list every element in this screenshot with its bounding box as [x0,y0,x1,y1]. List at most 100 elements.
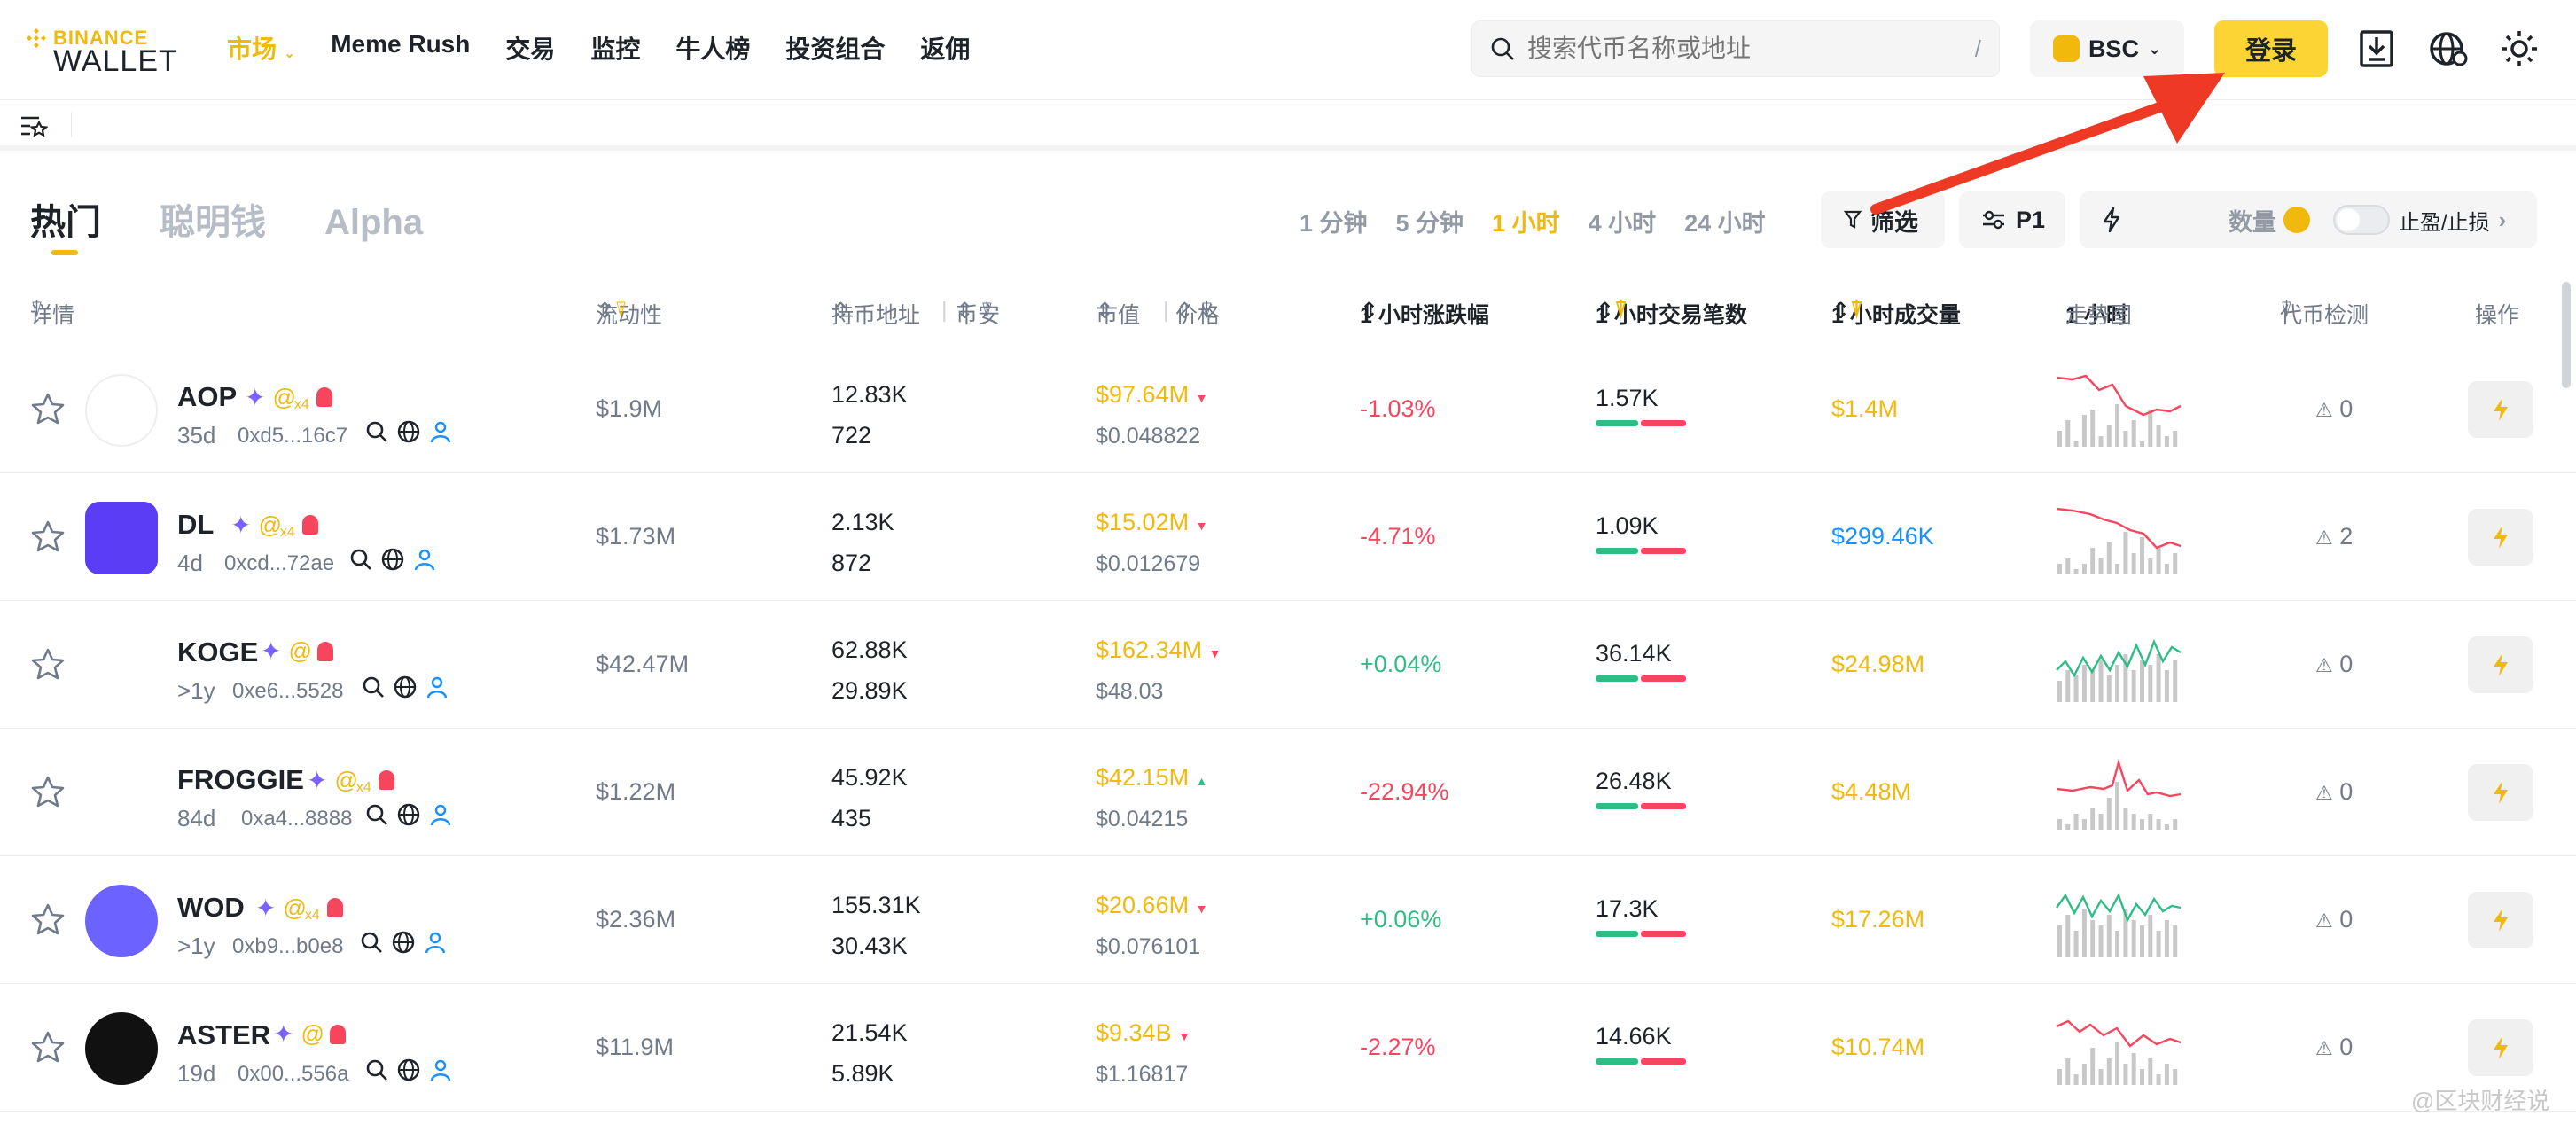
community-user-icon[interactable] [429,420,452,443]
binance-wallet-logo[interactable]: BINANCE WALLET [27,27,177,78]
tpsl-toggle[interactable] [2333,205,2390,235]
token-avatar[interactable] [85,502,158,574]
token-address[interactable]: 0xd5...16c7 [238,424,347,449]
tab-alpha[interactable]: Alpha [324,203,423,243]
favorite-star-icon[interactable] [30,647,66,683]
table-row[interactable]: AOP ✦ @ x4 35d 0xd5...16c7 $1.9M 12.83K … [0,346,2576,473]
website-globe-icon[interactable] [397,420,420,443]
time-filter-24h[interactable]: 24 小时 [1684,204,1766,238]
favorite-star-icon[interactable] [30,1030,66,1065]
search-box[interactable]: / [1471,20,2000,77]
website-globe-icon[interactable] [392,931,415,954]
community-user-icon[interactable] [429,1058,452,1081]
time-filter-4h[interactable]: 4 小时 [1589,204,1657,238]
search-icon[interactable] [365,420,388,443]
trend-sparkline[interactable] [2055,371,2182,447]
token-check[interactable]: ⚠ 0 [2315,395,2353,423]
trend-sparkline[interactable] [2055,881,2182,957]
search-icon[interactable] [360,931,383,954]
website-globe-icon[interactable] [397,803,420,826]
token-check[interactable]: ⚠ 2 [2315,523,2353,550]
search-icon[interactable] [365,803,388,826]
col-change[interactable]: 1 小时涨跌幅 ⇕ [1360,298,1489,328]
token-symbol[interactable]: KOGE [177,636,258,668]
col-check[interactable]: 代币检测 ⍒ [2280,298,2369,328]
tpsl-label[interactable]: 止盈/止损 [2399,205,2490,236]
col-price[interactable]: 价格 ⇕ ⍒ [1175,298,1220,328]
chain-selector[interactable]: BSC ⌄ [2030,20,2184,77]
token-avatar[interactable] [85,1012,158,1085]
token-address[interactable]: 0xcd...72ae [224,551,334,576]
tab-smart-money[interactable]: 聪明钱 [160,193,266,245]
quick-buy-button[interactable] [2468,892,2533,948]
trend-sparkline[interactable] [2055,1009,2182,1085]
tab-hot[interactable]: 热门 [30,193,101,245]
col-binance-holders[interactable]: 币安 ⇕ ⍒ [956,298,1000,328]
token-check[interactable]: ⚠ 0 [2315,778,2353,806]
time-filter-5m[interactable]: 5 分钟 [1396,204,1464,238]
favorite-star-icon[interactable] [30,775,66,810]
website-globe-icon[interactable] [397,1058,420,1081]
search-icon[interactable] [362,675,385,699]
token-address[interactable]: 0xb9...b0e8 [232,934,343,959]
favorite-star-icon[interactable] [30,902,66,938]
preset-button[interactable]: P1 [1959,191,2065,248]
token-avatar[interactable] [85,629,158,702]
col-detail[interactable]: 详情 ⍒ [30,298,74,328]
website-globe-icon[interactable] [381,548,404,571]
col-liquidity[interactable]: 流动性 ⇕ ⍒ [596,298,662,328]
time-filter-1h[interactable]: 1 小时 [1492,204,1560,238]
table-row[interactable]: KOGE ✦ @ >1y 0xe6...5528 $42.47M 62.88K … [0,601,2576,729]
community-user-icon[interactable] [424,931,447,954]
col-mcap[interactable]: 市值 ⇕ [1096,298,1140,328]
quick-buy-button[interactable] [2468,509,2533,566]
favorites-list-icon[interactable] [20,113,48,139]
token-check[interactable]: ⚠ 0 [2315,651,2353,678]
website-globe-icon[interactable] [394,675,417,699]
table-row[interactable]: DL ✦ @ x4 4d 0xcd...72ae $1.73M 2.13K 87… [0,473,2576,601]
quick-buy-button[interactable] [2468,1019,2533,1076]
language-globe-icon[interactable] [2427,25,2470,73]
token-symbol[interactable]: FROGGIE [177,764,304,796]
quick-buy-button[interactable] [2468,636,2533,693]
nav-market[interactable]: 市场 ⌄ [227,30,295,66]
filter-button[interactable]: 筛选 [1821,191,1945,248]
nav-rebate[interactable]: 返佣 [920,30,970,66]
nav-monitor[interactable]: 监控 [590,30,640,66]
token-address[interactable]: 0x00...556a [238,1062,348,1087]
community-user-icon[interactable] [425,675,449,699]
scrollbar[interactable] [2562,282,2571,388]
token-address[interactable]: 0xe6...5528 [232,679,343,704]
token-symbol[interactable]: ASTER [177,1019,270,1051]
search-input[interactable] [1527,35,1975,63]
col-holders[interactable]: 持币地址 ⇕ [831,298,920,328]
favorite-star-icon[interactable] [30,392,66,427]
search-icon[interactable] [365,1058,388,1081]
community-user-icon[interactable] [429,803,452,826]
nav-portfolio[interactable]: 投资组合 [785,30,885,66]
table-row[interactable]: WOD ✦ @ x4 >1y 0xb9...b0e8 $2.36M 155.31… [0,856,2576,984]
login-button[interactable]: 登录 [2214,20,2328,77]
token-check[interactable]: ⚠ 0 [2315,1034,2353,1061]
token-symbol[interactable]: DL [177,509,214,541]
quick-buy-button[interactable] [2468,381,2533,438]
trend-sparkline[interactable] [2055,498,2182,574]
download-icon[interactable] [2356,25,2399,73]
table-row[interactable]: FROGGIE ✦ @ x4 84d 0xa4...8888 $1.22M 45… [0,729,2576,856]
token-avatar[interactable] [85,374,158,447]
time-filter-1m[interactable]: 1 分钟 [1300,204,1368,238]
nav-leaderboard[interactable]: 牛人榜 [675,30,750,66]
table-row[interactable]: ASTER ✦ @ 19d 0x00...556a $11.9M 21.54K … [0,984,2576,1112]
favorite-star-icon[interactable] [30,519,66,555]
quantity-label[interactable]: 数量 [2229,203,2276,238]
trend-sparkline[interactable] [2055,753,2182,830]
nav-meme-rush[interactable]: Meme Rush [331,30,470,66]
community-user-icon[interactable] [413,548,436,571]
nav-trade[interactable]: 交易 [505,30,555,66]
token-check[interactable]: ⚠ 0 [2315,906,2353,933]
token-symbol[interactable]: AOP [177,381,237,413]
token-avatar[interactable] [85,757,158,830]
theme-sun-icon[interactable] [2498,25,2541,73]
col-txns[interactable]: 1 小时交易笔数 ⇕ ⍒ [1596,298,1747,328]
token-address[interactable]: 0xa4...8888 [241,807,352,831]
